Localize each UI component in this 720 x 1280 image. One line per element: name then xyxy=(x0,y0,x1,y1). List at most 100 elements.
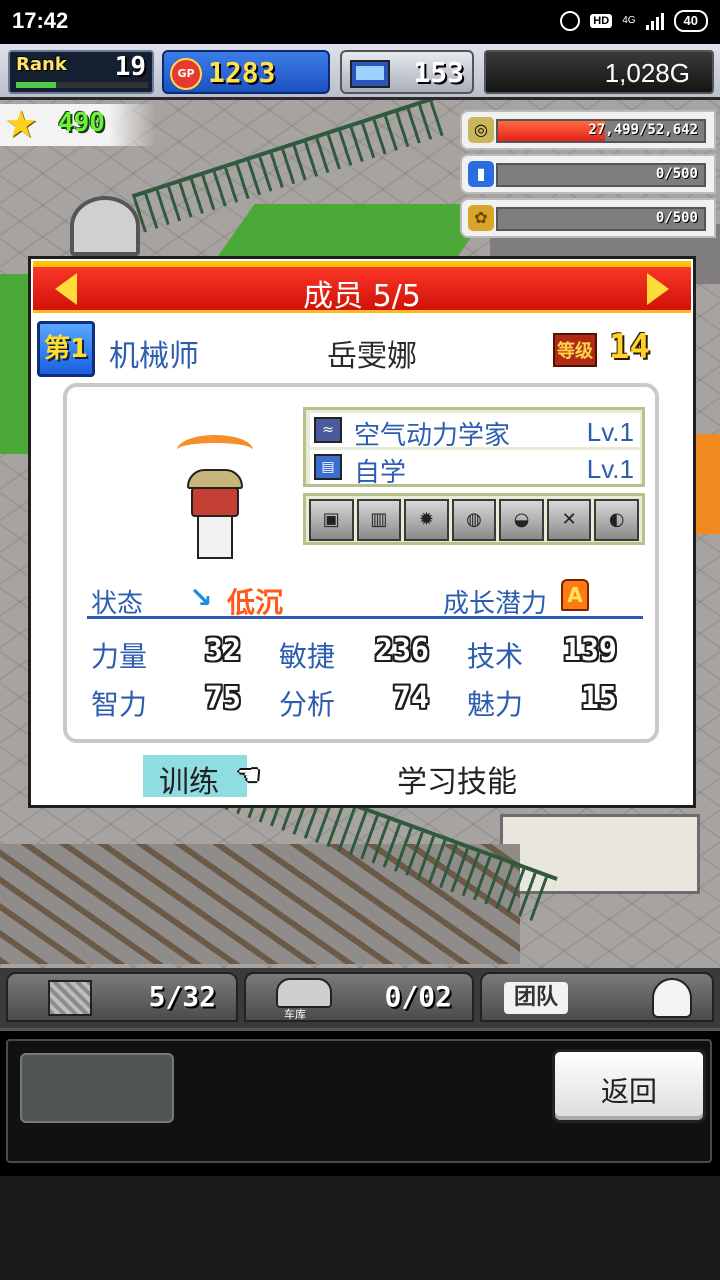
wrench-icon: ✕ xyxy=(546,499,592,541)
aerodynamics-icon: ≈ xyxy=(314,417,342,443)
tab-garage[interactable]: 车库 0/02 xyxy=(244,972,474,1022)
fuel-bottle-icon: ▮ xyxy=(468,161,494,187)
empty-slot xyxy=(20,1053,174,1123)
coin-stack-icon: ◎ xyxy=(468,117,494,143)
growth-potential-label: 成长潜力 xyxy=(443,589,548,619)
research-panel[interactable]: 153 xyxy=(340,50,474,94)
back-button[interactable]: 返回 xyxy=(552,1049,706,1123)
member-detail-panel: ≈ 空气动力学家 Lv.1 ▤ 自学 Lv.1 ▣ ▥ ✹ ◍ ◒ ✕ ◐ 状态… xyxy=(63,383,659,743)
stat-label: 技术 xyxy=(467,640,524,673)
money-value: 1,028G xyxy=(604,58,690,88)
next-member-arrow-icon[interactable] xyxy=(647,273,669,305)
stat-value: 32 xyxy=(204,633,241,668)
stat-value: 74 xyxy=(392,681,429,716)
stats-grid: 力量 32 敏捷 236 技术 139 智力 75 分析 74 魅力 15 xyxy=(87,631,643,731)
character-portrait xyxy=(157,427,267,567)
member-name: 岳雯娜 xyxy=(327,339,417,374)
self-study-icon: ▤ xyxy=(314,454,342,480)
garage-label: 车库 xyxy=(284,1008,306,1021)
back-label: 返回 xyxy=(600,1075,657,1108)
skill-row[interactable]: ≈ 空气动力学家 Lv.1 xyxy=(310,413,640,451)
rank-label: Rank xyxy=(16,54,67,75)
tab-team[interactable]: 团队 xyxy=(480,972,714,1022)
stat-label: 分析 xyxy=(279,688,336,721)
status-icons: HD 4G 40 xyxy=(560,10,708,32)
bottom-inner-panel: 返回 xyxy=(6,1039,712,1163)
train-label: 训练 xyxy=(159,765,219,800)
dialog-header: 成员 5/5 xyxy=(33,261,691,314)
wheat-icon: ✿ xyxy=(468,205,494,231)
stat-value: 75 xyxy=(204,681,241,716)
stat-value: 15 xyxy=(580,681,617,716)
car-icon xyxy=(276,978,332,1008)
bottom-panel: 返回 xyxy=(0,1028,720,1176)
popularity-value: 490 xyxy=(58,108,105,138)
specialty-icons: ▣ ▥ ✹ ◍ ◒ ✕ ◐ xyxy=(303,493,645,545)
stat-label: 力量 xyxy=(91,640,148,673)
popularity-panel: ★ 490 xyxy=(0,104,156,146)
down-arrow-icon: ↘ xyxy=(189,581,213,614)
rank-progress-bar xyxy=(16,82,148,88)
rank-value: 19 xyxy=(114,52,146,82)
garage-count: 0/02 xyxy=(384,980,452,1013)
bottom-tab-bar: 5/32 车库 0/02 团队 xyxy=(0,968,720,1028)
computer-icon xyxy=(350,60,390,88)
gp-panel[interactable]: GP 1283 xyxy=(162,50,330,94)
rank-badge: 第1 xyxy=(37,321,95,377)
rank-panel[interactable]: Rank 19 xyxy=(8,50,154,94)
level-badge-icon: 等级 xyxy=(553,333,597,367)
resource-bar-fuel: ▮ 0/500 xyxy=(460,154,716,194)
stat-label: 敏捷 xyxy=(279,640,336,673)
team-label: 团队 xyxy=(504,982,569,1014)
job-title: 机械师 xyxy=(109,339,199,374)
tunnel-structure xyxy=(70,196,140,256)
tab-parts[interactable]: 5/32 xyxy=(6,972,238,1022)
resource-track: 27,499/52,642 xyxy=(496,119,706,143)
battery-icon: 40 xyxy=(673,10,708,32)
screen-footer xyxy=(0,1176,720,1280)
car-icon: ◒ xyxy=(499,499,544,541)
stat-intelligence: 智力 75 xyxy=(87,679,265,723)
avatar-icon xyxy=(652,978,692,1018)
gear-icon: ✹ xyxy=(404,499,449,541)
skill-row[interactable]: ▤ 自学 Lv.1 xyxy=(310,450,640,488)
stat-charm: 魅力 15 xyxy=(463,679,641,723)
train-button[interactable]: 训练 xyxy=(143,755,247,800)
status-bar: 17:42 HD 4G 40 xyxy=(0,0,720,44)
dialog-title: 成员 5/5 xyxy=(303,279,421,314)
mood-value: 低沉 xyxy=(227,586,284,619)
engine-icon: ▣ xyxy=(309,499,354,541)
member-info-row: 第1 机械师 岳雯娜 等级 14 xyxy=(37,321,687,377)
wing-icon: ◐ xyxy=(594,499,640,541)
gp-value: 1283 xyxy=(208,56,276,89)
stat-analysis: 分析 74 xyxy=(275,679,453,723)
level-value: 14 xyxy=(609,327,650,367)
member-dialog: 成员 5/5 第1 机械师 岳雯娜 等级 14 ≈ 空气动力学家 Lv.1 ▤ … xyxy=(28,256,696,808)
resource-text: 0/500 xyxy=(655,166,698,182)
body-icon: ▥ xyxy=(356,499,402,541)
alarm-icon xyxy=(560,11,581,31)
skill-level: Lv.1 xyxy=(586,417,634,447)
growth-grade-badge: A xyxy=(561,579,589,611)
status-row: 状态 ↘ 低沉 成长潜力 A xyxy=(87,579,643,619)
stat-value: 236 xyxy=(374,633,429,668)
network-type: 4G xyxy=(622,15,636,26)
mood-halo-icon xyxy=(177,435,253,465)
status-label: 状态 xyxy=(91,589,144,619)
stat-technique: 技术 139 xyxy=(463,631,641,675)
resource-bar-coins: ◎ 27,499/52,642 xyxy=(460,110,716,150)
rank-progress-fill xyxy=(16,82,56,88)
money-panel: 1,028G xyxy=(484,50,714,94)
resource-track: 0/500 xyxy=(496,163,706,187)
stat-agility: 敏捷 236 xyxy=(275,631,453,675)
skill-name: 自学 xyxy=(354,458,407,488)
parts-count: 5/32 xyxy=(148,980,216,1013)
learn-skill-label: 学习技能 xyxy=(397,765,517,800)
skill-name: 空气动力学家 xyxy=(354,421,511,451)
character-hair xyxy=(191,487,239,517)
learn-skill-button[interactable]: 学习技能 xyxy=(387,755,557,800)
tire-icon: ◍ xyxy=(451,499,497,541)
skills-list: ≈ 空气动力学家 Lv.1 ▤ 自学 Lv.1 xyxy=(303,407,645,488)
clock: 17:42 xyxy=(12,8,69,33)
resource-text: 27,499/52,642 xyxy=(588,122,698,138)
